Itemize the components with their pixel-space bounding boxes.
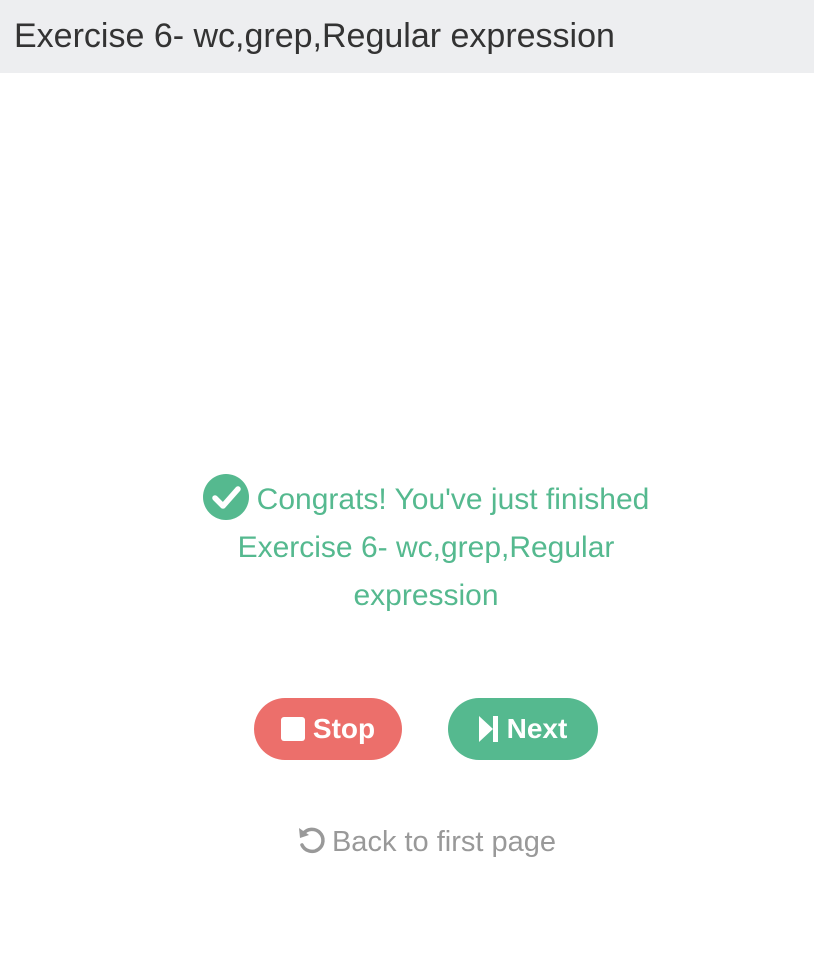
check-circle-icon (202, 474, 249, 520)
back-to-first-page-link[interactable]: Back to first page (0, 822, 814, 862)
header-bar: Exercise 6- wc,grep,Regular expression (0, 0, 814, 73)
next-button-label: Next (506, 713, 568, 744)
stop-button-label: Stop (312, 713, 376, 744)
congrats-text-1: Congrats! You've just finished (256, 483, 650, 516)
stop-square-icon (280, 717, 305, 741)
undo-icon (298, 827, 325, 854)
page-title: Exercise 6- wc,grep,Regular expression (14, 17, 615, 55)
next-button[interactable]: Next (448, 698, 598, 760)
page: Exercise 6- wc,grep,Regular expression C… (0, 0, 814, 966)
congrats-line-1: Congrats! You've just finished (0, 474, 814, 524)
skip-next-icon (478, 716, 498, 742)
stop-button[interactable]: Stop (254, 698, 402, 760)
congrats-line-3: expression (353, 579, 499, 612)
back-link-label: Back to first page (331, 826, 557, 858)
congrats-line-2: Exercise 6- wc,grep,Regular (237, 531, 615, 564)
congrats-message: Congrats! You've just finished Exercise … (0, 474, 814, 620)
